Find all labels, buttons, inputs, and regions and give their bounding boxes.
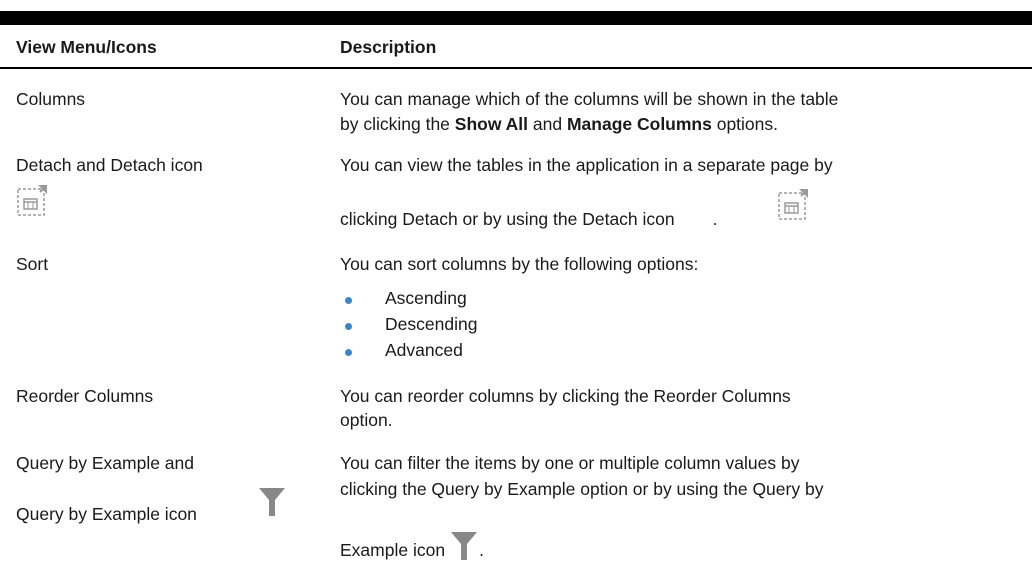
funnel-icon	[259, 488, 285, 516]
row-columns-name: Columns	[16, 89, 86, 109]
row-detach-name: Detach and Detach icon	[16, 155, 203, 175]
header-view-menu-icons: View Menu/Icons	[16, 37, 157, 57]
row-sort-name: Sort	[16, 254, 49, 274]
detach-icon	[17, 185, 47, 216]
top-rule	[0, 11, 1032, 25]
row-qbe-name-line1: Query by Example and	[16, 453, 195, 473]
sort-option-descending: Descending	[385, 314, 478, 334]
row-columns-desc-line1: You can manage which of the columns will…	[340, 89, 839, 109]
bullet-icon	[345, 297, 352, 304]
row-columns-desc-line2: by clicking the Show All and Manage Colu…	[340, 114, 779, 134]
row-reorder-desc-line2: option.	[340, 410, 393, 430]
header-description: Description	[340, 37, 437, 57]
sort-option-ascending: Ascending	[385, 288, 467, 308]
detach-icon-inline	[778, 189, 808, 220]
row-qbe-name-line2: Query by Example icon	[16, 504, 197, 524]
row-qbe-desc-line1: You can filter the items by one or multi…	[340, 453, 800, 473]
bullet-icon	[345, 349, 352, 356]
row-qbe-desc-line2: clicking the Query by Example option or …	[340, 479, 824, 499]
sort-option-advanced: Advanced	[385, 340, 463, 360]
funnel-icon-inline	[451, 532, 477, 560]
row-reorder-desc-line1: You can reorder columns by clicking the …	[340, 386, 791, 406]
row-sort-desc-line1: You can sort columns by the following op…	[340, 254, 699, 274]
row-detach-desc-line1: You can view the tables in the applicati…	[340, 155, 833, 175]
bullet-icon	[345, 323, 352, 330]
header-rule	[0, 67, 1032, 69]
row-detach-desc-line2: clicking Detach or by using the Detach i…	[340, 209, 718, 229]
row-reorder-name: Reorder Columns	[16, 386, 154, 406]
